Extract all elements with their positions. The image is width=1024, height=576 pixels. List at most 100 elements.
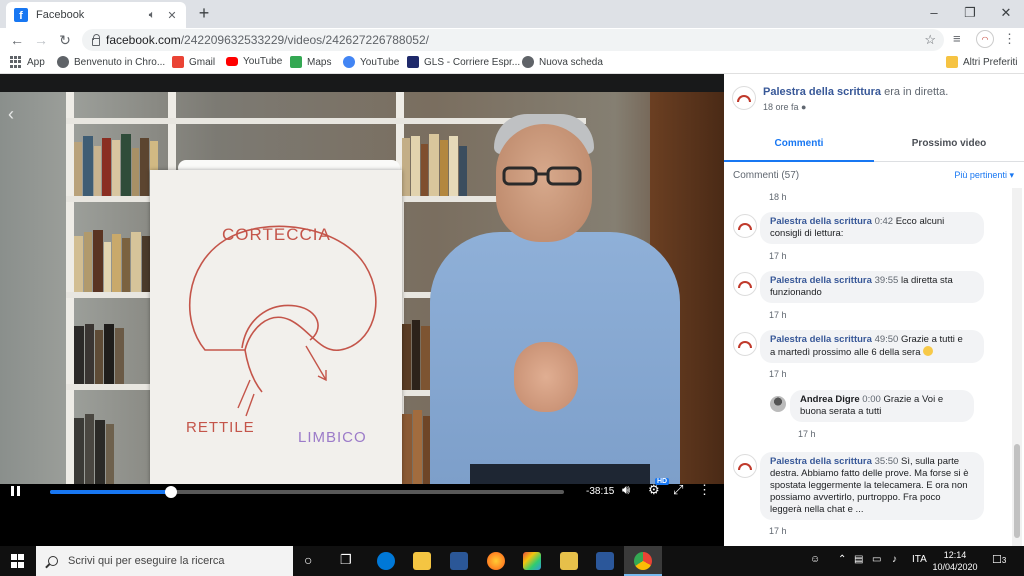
file-explorer-icon[interactable] — [413, 552, 431, 570]
more-options-icon[interactable]: ⋮ — [698, 482, 711, 498]
address-bar[interactable]: facebook.com/242209632533229/videos/2426… — [82, 29, 944, 51]
video-player[interactable]: CORTECCIA RETTILE LIMBICO ‹ — [0, 92, 724, 484]
books — [74, 322, 125, 384]
back-arrow-icon[interactable]: ← — [6, 29, 28, 51]
whiteboard-text-right: LIMBICO — [298, 429, 367, 446]
video-progress-bar[interactable] — [50, 486, 564, 498]
mail-icon[interactable] — [560, 552, 578, 570]
bookmark-maps[interactable]: Maps — [290, 56, 331, 68]
reply-video-timestamp[interactable]: 0:00 — [862, 394, 881, 405]
bookmark-gls[interactable]: GLS - Corriere Espr... — [407, 56, 520, 68]
comment-avatar[interactable] — [733, 332, 757, 356]
bookmark-label: Nuova scheda — [539, 56, 603, 68]
page-name-link[interactable]: Palestra della scrittura — [763, 86, 881, 98]
comment-time[interactable]: 17 h — [769, 310, 787, 320]
smile-emoji-icon — [923, 346, 934, 356]
comment-avatar[interactable] — [733, 214, 757, 238]
video-progress-handle[interactable] — [164, 486, 177, 498]
tray-expand-icon[interactable]: ⌃ — [838, 554, 846, 565]
network-tray-icon[interactable]: ▤ — [854, 554, 863, 565]
word-icon[interactable] — [596, 552, 614, 570]
bookmark-star-icon[interactable]: ☆ — [924, 32, 936, 48]
bookmark-new-tab[interactable]: Nuova scheda — [522, 56, 603, 68]
reply-time[interactable]: 17 h — [798, 429, 816, 439]
restore-button[interactable]: ❐ — [952, 0, 988, 28]
profile-avatar[interactable]: ◠ — [976, 30, 994, 48]
bookmark-youtube[interactable]: YouTube — [226, 56, 282, 67]
comment-author[interactable]: Palestra della scrittura — [770, 275, 872, 286]
tab-next-video[interactable]: Prossimo video — [874, 134, 1024, 162]
search-icon — [48, 556, 58, 566]
menu-kebab-icon[interactable]: ⋮ — [1003, 31, 1016, 47]
comment-video-timestamp[interactable]: 39:55 — [875, 275, 899, 286]
chrome-icon — [634, 552, 652, 570]
edge-icon[interactable] — [377, 552, 395, 570]
other-bookmarks[interactable]: Altri Preferiti — [946, 56, 1017, 68]
reply-author[interactable]: Andrea Digre — [800, 394, 860, 405]
bookmark-label: YouTube — [243, 56, 283, 67]
back-chevron-icon[interactable]: ‹ — [8, 104, 14, 125]
browser-tab-facebook[interactable]: f Facebook 🔈︎ ✕ — [6, 2, 186, 28]
media-controls-icon[interactable]: ≡ — [953, 31, 961, 46]
fullscreen-icon[interactable]: ⤢ — [673, 482, 683, 498]
reload-icon[interactable]: ↻ — [54, 29, 76, 51]
new-tab-button[interactable]: + — [194, 4, 214, 24]
comments-header: Commenti (57) Più pertinenti ▾ — [724, 162, 1024, 188]
bookmark-youtube-google[interactable]: YouTube — [343, 56, 399, 68]
notification-center-icon[interactable]: ☐3 — [992, 553, 1006, 566]
forward-arrow-icon[interactable]: → — [30, 29, 52, 51]
bookmarks-bar: App Benvenuto in Chro... Gmail YouTube M… — [0, 52, 1024, 74]
apps-grid-icon — [10, 56, 22, 68]
speaker-tray-icon[interactable]: ♪ — [892, 554, 897, 565]
comment-time[interactable]: 17 h — [769, 369, 787, 379]
page-avatar[interactable] — [732, 86, 756, 110]
taskbar-clock[interactable]: 12:14 10/04/2020 — [932, 549, 978, 573]
comment-video-timestamp[interactable]: 49:50 — [875, 334, 899, 345]
task-view-icon[interactable]: ❐ — [340, 552, 352, 568]
sort-label: Più pertinenti — [954, 170, 1007, 180]
comment-author[interactable]: Palestra della scrittura — [770, 334, 872, 345]
bookmark-gmail[interactable]: Gmail — [172, 56, 215, 68]
bookmark-chrome-welcome[interactable]: Benvenuto in Chro... — [57, 56, 165, 68]
speaker-icon[interactable]: 🔈︎ — [146, 9, 158, 22]
reply-avatar[interactable] — [770, 396, 786, 412]
comments-scrollbar[interactable] — [1012, 188, 1022, 546]
bookmark-label: Benvenuto in Chro... — [74, 56, 166, 68]
store-icon[interactable] — [450, 552, 468, 570]
volume-icon[interactable]: 🔊︎ — [622, 482, 630, 498]
minimize-button[interactable]: – — [916, 0, 952, 28]
bookmark-apps[interactable]: App — [10, 56, 45, 68]
scrollbar-thumb[interactable] — [1014, 444, 1020, 538]
firefox-icon[interactable] — [487, 552, 505, 570]
tab-comments[interactable]: Commenti — [724, 134, 874, 162]
chrome-taskbar-button[interactable] — [624, 546, 662, 576]
comment-video-timestamp[interactable]: 0:42 — [875, 216, 894, 227]
close-tab-icon[interactable]: ✕ — [166, 9, 178, 22]
people-icon[interactable]: ☺ — [810, 554, 820, 565]
bookmark-label: YouTube — [360, 56, 400, 68]
comment-text: Grazie a tutti e — [900, 334, 963, 345]
tab-title: Facebook — [36, 9, 85, 21]
post-time[interactable]: 18 ore fa ● — [763, 102, 806, 112]
cortana-icon[interactable]: ○ — [304, 552, 312, 568]
close-window-button[interactable]: ✕ — [988, 0, 1024, 28]
taskbar-search[interactable]: Scrivi qui per eseguire la ricerca — [36, 546, 293, 576]
comment-time[interactable]: 18 h — [769, 192, 787, 202]
comment-time[interactable]: 17 h — [769, 526, 787, 536]
comment-author[interactable]: Palestra della scrittura — [770, 216, 872, 227]
comment-avatar[interactable] — [733, 454, 757, 478]
comments-sort-dropdown[interactable]: Più pertinenti ▾ — [954, 170, 1014, 181]
comment-video-timestamp[interactable]: 35:50 — [875, 456, 899, 467]
books — [74, 132, 159, 196]
books — [402, 132, 468, 196]
photo-app-icon[interactable] — [523, 552, 541, 570]
comment-avatar[interactable] — [733, 272, 757, 296]
comment-author[interactable]: Palestra della scrittura — [770, 456, 872, 467]
language-indicator[interactable]: ITA — [912, 554, 927, 565]
battery-icon[interactable]: ▭ — [872, 554, 881, 565]
comment-time[interactable]: 17 h — [769, 251, 787, 261]
screen: f Facebook 🔈︎ ✕ + – ❐ ✕ ← → ↻ facebook.c… — [0, 0, 1024, 576]
pause-button[interactable] — [11, 486, 21, 498]
bookmark-label: Gmail — [189, 56, 216, 68]
windows-start-icon[interactable] — [11, 554, 25, 568]
